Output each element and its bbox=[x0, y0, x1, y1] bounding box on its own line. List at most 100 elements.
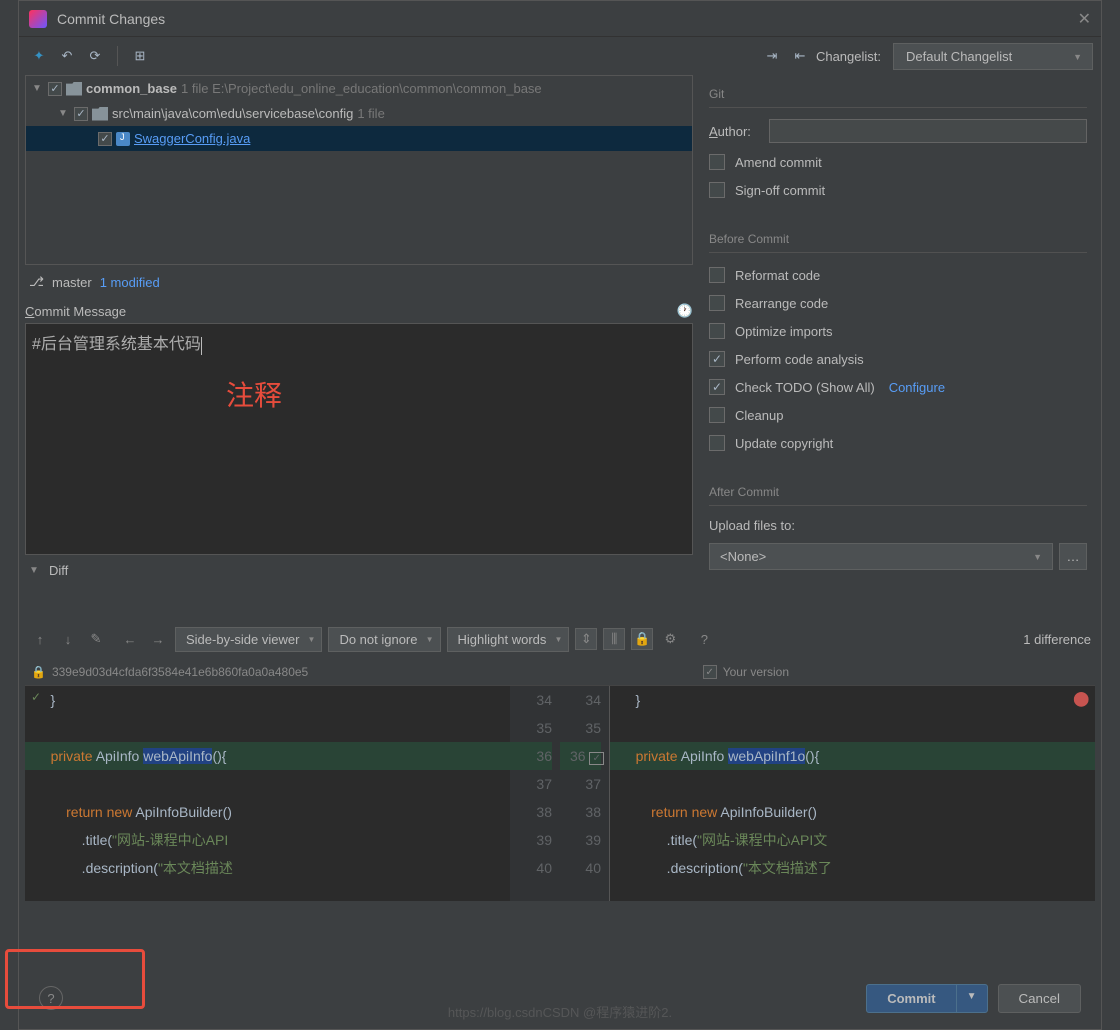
upload-label: Upload files to: bbox=[709, 514, 1087, 537]
annotation-overlay: 注释 bbox=[226, 374, 282, 414]
checkbox[interactable]: ✓ bbox=[98, 132, 112, 146]
branch-name: master bbox=[52, 275, 92, 290]
before-commit-header: Before Commit bbox=[709, 226, 1087, 253]
chevron-down-icon[interactable]: ▼ bbox=[58, 108, 70, 119]
forward-icon[interactable]: → bbox=[147, 628, 169, 650]
lock-icon: 🔒 bbox=[31, 665, 46, 679]
close-icon[interactable]: ✕ bbox=[1078, 9, 1091, 29]
viewer-select[interactable]: Side-by-side viewer bbox=[175, 627, 322, 652]
checkbox[interactable] bbox=[709, 154, 725, 170]
rearrange-row[interactable]: Rearrange code bbox=[709, 289, 1087, 317]
file-name: SwaggerConfig.java bbox=[134, 131, 250, 146]
checkbox[interactable] bbox=[709, 379, 725, 395]
changelist-select[interactable]: Default Changelist bbox=[893, 43, 1093, 70]
reformat-row[interactable]: Reformat code bbox=[709, 261, 1087, 289]
separator bbox=[117, 46, 118, 66]
upload-select[interactable]: <None> bbox=[709, 543, 1053, 570]
folder-name: src\main\java\com\edu\servicebase\config bbox=[112, 106, 353, 121]
checkbox[interactable]: ✓ bbox=[48, 82, 62, 96]
commit-message-input[interactable]: #后台管理系统基本代码 注释 bbox=[25, 323, 693, 555]
checkbox[interactable] bbox=[709, 295, 725, 311]
checkbox[interactable] bbox=[709, 323, 725, 339]
gutter-left: 34353637383940 bbox=[510, 686, 560, 901]
cleanup-row[interactable]: Cleanup bbox=[709, 401, 1087, 429]
author-row: Author: bbox=[709, 116, 1087, 146]
reload-icon[interactable]: ⟳ bbox=[83, 44, 107, 68]
toolbar: ✦ ↶ ⟳ ⊞ ⇥ ⇤ Changelist: Default Changeli… bbox=[19, 37, 1101, 75]
diff-viewer[interactable]: ✓ } private ApiInfo webApiInfo(){ return… bbox=[25, 685, 1095, 901]
checkbox[interactable] bbox=[709, 351, 725, 367]
diff-toolbar: ↑ ↓ ✎ ← → Side-by-side viewer Do not ign… bbox=[25, 619, 1095, 659]
collapse-icon[interactable]: ⇤ bbox=[788, 44, 812, 68]
check-icon: ✓ bbox=[31, 690, 41, 704]
folder-icon bbox=[92, 107, 108, 121]
refresh-icon[interactable]: ✦ bbox=[27, 44, 51, 68]
checkbox[interactable] bbox=[709, 182, 725, 198]
branch-icon: ⎇ bbox=[29, 274, 44, 290]
gutter-right: 343536 ✓37383940 bbox=[560, 686, 610, 901]
commit-button[interactable]: Commit bbox=[867, 985, 955, 1012]
commit-hash: 339e9d03d4cfda6f3584e41e6b860fa0a0a480e5 bbox=[52, 665, 308, 679]
folder-icon bbox=[66, 82, 82, 96]
folder-path: 1 file E:\Project\edu_online_education\c… bbox=[181, 81, 542, 96]
back-icon[interactable]: ← bbox=[119, 628, 141, 650]
java-file-icon bbox=[116, 132, 130, 146]
checkbox[interactable] bbox=[709, 435, 725, 451]
diff-count: 1 difference bbox=[1023, 632, 1091, 647]
watermark: https://blog.csdnCSDN @程序猿进阶2. bbox=[448, 1002, 672, 1021]
git-header: Git bbox=[709, 81, 1087, 108]
gear-icon[interactable]: ⚙ bbox=[659, 628, 681, 650]
commit-dropdown[interactable]: ▼ bbox=[956, 985, 987, 1012]
signoff-row[interactable]: Sign-off commit bbox=[709, 176, 1087, 204]
author-input[interactable] bbox=[769, 119, 1087, 143]
checkbox[interactable] bbox=[709, 407, 725, 423]
ignore-select[interactable]: Do not ignore bbox=[328, 627, 440, 652]
configure-link[interactable]: Configure bbox=[889, 380, 945, 395]
diff-info-bar: 🔒 339e9d03d4cfda6f3584e41e6b860fa0a0a480… bbox=[25, 659, 1095, 685]
diff-left: ✓ } private ApiInfo webApiInfo(){ return… bbox=[25, 686, 510, 901]
amend-row[interactable]: Amend commit bbox=[709, 148, 1087, 176]
commit-message-label: Commit Message 🕐 bbox=[25, 299, 693, 323]
browse-button[interactable]: … bbox=[1059, 543, 1087, 570]
folder-name: common_base bbox=[86, 81, 177, 96]
titlebar: Commit Changes ✕ bbox=[19, 1, 1101, 37]
highlight-select[interactable]: Highlight words bbox=[447, 627, 570, 652]
optimize-row[interactable]: Optimize imports bbox=[709, 317, 1087, 345]
help-button[interactable]: ? bbox=[39, 986, 63, 1010]
branch-bar: ⎇ master 1 modified bbox=[25, 265, 693, 299]
next-diff-icon[interactable]: ↓ bbox=[57, 628, 79, 650]
analysis-row[interactable]: Perform code analysis bbox=[709, 345, 1087, 373]
expand-icon[interactable]: ⇥ bbox=[760, 44, 784, 68]
chevron-down-icon[interactable]: ▼ bbox=[32, 83, 44, 94]
prev-diff-icon[interactable]: ↑ bbox=[29, 628, 51, 650]
history-icon[interactable]: 🕐 bbox=[677, 303, 693, 319]
help-icon[interactable]: ? bbox=[693, 628, 715, 650]
undo-icon[interactable]: ↶ bbox=[55, 44, 79, 68]
author-label: Author: bbox=[709, 124, 761, 139]
message-text: #后台管理系统基本代码 bbox=[32, 336, 201, 353]
edit-icon[interactable]: ✎ bbox=[85, 628, 107, 650]
checkbox[interactable]: ✓ bbox=[703, 665, 717, 679]
window-title: Commit Changes bbox=[57, 11, 1078, 27]
diff-section-header[interactable]: ▼ Diff bbox=[25, 555, 693, 585]
app-logo-icon bbox=[29, 10, 47, 28]
checkbox[interactable] bbox=[709, 267, 725, 283]
after-commit-header: After Commit bbox=[709, 479, 1087, 506]
chevron-down-icon[interactable]: ▼ bbox=[29, 565, 41, 576]
checkbox[interactable]: ✓ bbox=[74, 107, 88, 121]
cancel-button[interactable]: Cancel bbox=[998, 984, 1082, 1013]
lock-icon[interactable]: 🔒 bbox=[631, 628, 653, 650]
tree-file[interactable]: ✓ SwaggerConfig.java bbox=[26, 126, 692, 151]
group-icon[interactable]: ⊞ bbox=[128, 44, 152, 68]
tree-folder[interactable]: ▼ ✓ src\main\java\com\edu\servicebase\co… bbox=[26, 101, 692, 126]
commit-button-group: Commit ▼ bbox=[866, 984, 987, 1013]
modified-count[interactable]: 1 modified bbox=[100, 275, 160, 290]
collapse-icon[interactable]: ⇕ bbox=[575, 628, 597, 650]
todo-row[interactable]: Check TODO (Show All)Configure bbox=[709, 373, 1087, 401]
sync-scroll-icon[interactable]: ⫼ bbox=[603, 628, 625, 650]
copyright-row[interactable]: Update copyright bbox=[709, 429, 1087, 457]
file-count: 1 file bbox=[357, 106, 384, 121]
changelist-label: Changelist: bbox=[816, 49, 881, 64]
tree-root[interactable]: ▼ ✓ common_base 1 file E:\Project\edu_on… bbox=[26, 76, 692, 101]
file-tree[interactable]: ▼ ✓ common_base 1 file E:\Project\edu_on… bbox=[25, 75, 693, 265]
